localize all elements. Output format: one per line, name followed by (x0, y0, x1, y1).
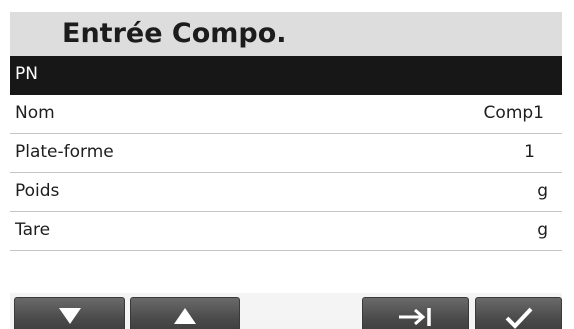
field-row-nom[interactable]: Nom Comp1 (10, 95, 562, 134)
tab-next-icon (398, 308, 431, 326)
next-field-button[interactable] (362, 297, 469, 329)
field-value-nom: Comp1 (483, 103, 544, 123)
checkmark-icon (505, 307, 532, 329)
component-entry-screen: Entrée Compo. PN Nom Comp1 Plate-forme 1… (10, 12, 562, 329)
empty-row (10, 251, 562, 293)
field-value-poids: g (537, 181, 548, 201)
field-row-tare[interactable]: Tare g (10, 212, 562, 251)
page-title: Entrée Compo. (62, 18, 287, 49)
field-row-plate-forme[interactable]: Plate-forme 1 (10, 134, 562, 173)
title-bar: Entrée Compo. (10, 12, 562, 56)
arrow-up-icon (174, 308, 196, 324)
field-row-poids[interactable]: Poids g (10, 173, 562, 212)
softkey-bar (10, 293, 562, 329)
field-label-nom: Nom (15, 103, 55, 123)
up-button[interactable] (130, 297, 240, 329)
field-label-poids: Poids (15, 181, 60, 201)
field-value-tare: g (537, 220, 548, 240)
down-button[interactable] (14, 297, 125, 329)
field-row-pn[interactable]: PN (10, 56, 562, 95)
field-label-plate-forme: Plate-forme (15, 142, 114, 162)
field-label-tare: Tare (15, 220, 51, 240)
field-value-plate-forme: 1 (524, 142, 535, 162)
confirm-button[interactable] (475, 297, 562, 329)
field-label-pn: PN (15, 64, 38, 84)
arrow-down-icon (58, 308, 81, 324)
